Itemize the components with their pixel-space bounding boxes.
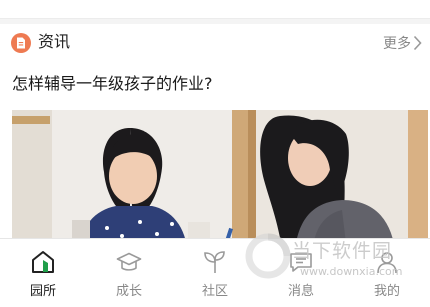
graduation-cap-icon xyxy=(116,252,142,271)
tab-label: 园所 xyxy=(29,284,56,299)
tab-home[interactable]: 园所 xyxy=(0,239,86,307)
news-section-title: 资讯 xyxy=(38,32,71,51)
tab-label: 消息 xyxy=(287,284,314,299)
sprout-icon xyxy=(204,251,225,273)
previous-card-edge xyxy=(0,0,430,19)
app-screen: 资讯 更多 怎样辅导一年级孩子的作业? 园所 成长 社区 消息 我的 当下软件园… xyxy=(0,0,430,307)
tab-label: 社区 xyxy=(201,284,228,299)
user-icon xyxy=(377,252,397,274)
tab-growth[interactable]: 成长 xyxy=(86,239,172,307)
news-header: 资讯 更多 xyxy=(0,24,430,60)
news-section: 资讯 更多 怎样辅导一年级孩子的作业? xyxy=(0,24,430,260)
more-label: 更多 xyxy=(383,36,411,52)
bottom-tab-bar: 园所 成长 社区 消息 我的 xyxy=(0,238,430,307)
news-icon xyxy=(11,33,31,53)
tab-messages[interactable]: 消息 xyxy=(258,239,344,307)
tab-community[interactable]: 社区 xyxy=(172,239,258,307)
chevron-right-icon xyxy=(413,35,422,51)
home-icon xyxy=(32,251,54,273)
tab-profile[interactable]: 我的 xyxy=(344,239,430,307)
news-headline[interactable]: 怎样辅导一年级孩子的作业? xyxy=(12,74,213,94)
more-link[interactable]: 更多 xyxy=(383,33,422,53)
tab-label: 成长 xyxy=(115,284,142,299)
tab-label: 我的 xyxy=(373,284,400,299)
message-icon xyxy=(290,253,312,272)
